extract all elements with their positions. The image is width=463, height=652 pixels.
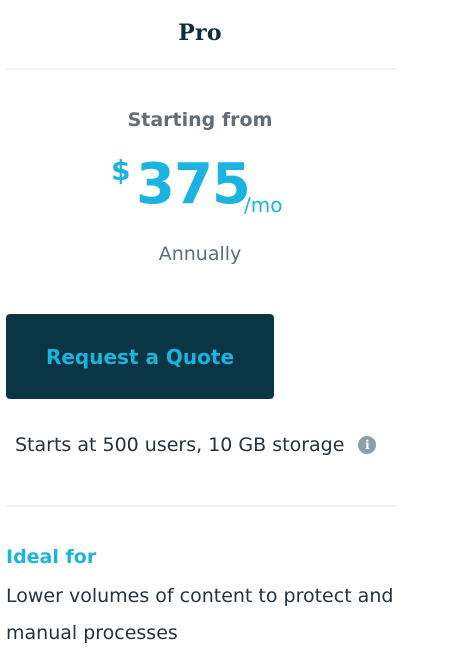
plan-title: Pro [178, 20, 222, 46]
pricing-card: Pro Starting from $ 375 /mo Annually Req… [0, 0, 463, 651]
price-currency: $ [111, 154, 131, 187]
info-icon[interactable]: i [358, 436, 377, 454]
plan-limits: Starts at 500 users, 10 GB storage i [15, 432, 377, 458]
divider [6, 505, 396, 507]
starting-from-label: Starting from [127, 109, 273, 131]
price-period: /mo [244, 193, 283, 217]
billing-period: Annually [158, 243, 242, 265]
ideal-for-description: Lower volumes of content to protect and … [6, 585, 394, 644]
plan-limits-text: Starts at 500 users, 10 GB storage [15, 434, 345, 456]
request-quote-button[interactable]: Request a Quote [6, 314, 274, 399]
ideal-for-label: Ideal for [6, 546, 97, 568]
divider [6, 68, 396, 70]
price-amount: 375 [136, 152, 251, 217]
price: $ 375 /mo [0, 150, 400, 220]
